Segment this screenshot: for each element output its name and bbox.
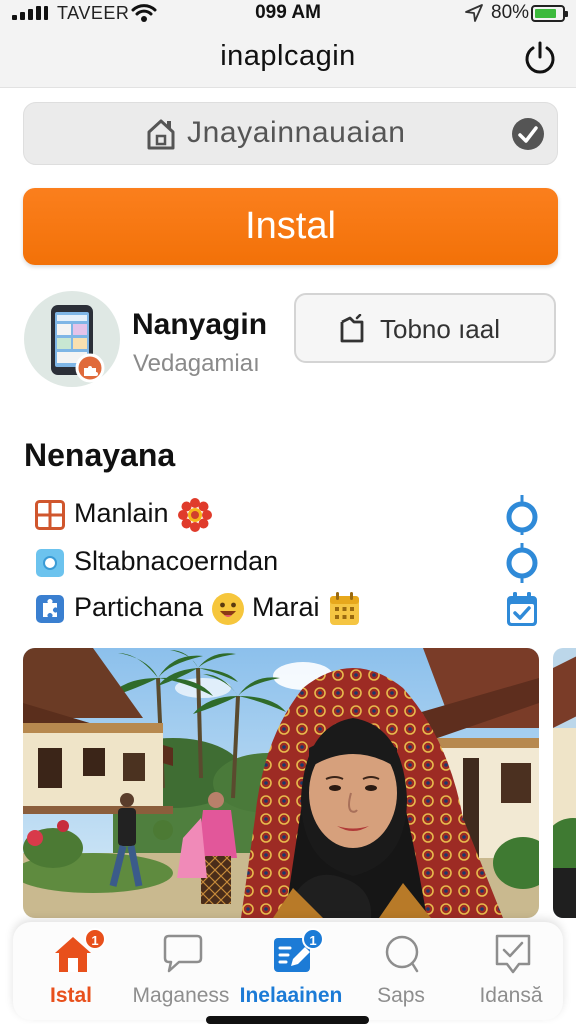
nav-item-inelaainen[interactable]: 1 Inelaainen: [236, 922, 346, 1020]
home-icon: [147, 119, 175, 150]
nav-item-maganess[interactable]: Maganess: [126, 922, 236, 1020]
bookmark-check-icon: [495, 934, 531, 974]
slider-knob-icon[interactable]: [504, 543, 540, 583]
photo-preview: [553, 648, 576, 918]
list-item-partichana[interactable]: Partichana Marai: [0, 586, 576, 632]
list-item-manlain[interactable]: Manlain: [0, 492, 576, 538]
home-indicator: [206, 1016, 369, 1024]
location-arrow-icon: [465, 4, 483, 22]
blue-square-icon: [36, 549, 64, 577]
status-bar: TAVEER 099 AM 80%: [0, 0, 576, 28]
smiley-icon: [212, 593, 244, 625]
battery-fill: [535, 9, 556, 18]
section-title: Nenayana: [24, 437, 176, 473]
page-title: inaplcagin: [220, 40, 356, 72]
nav-item-idansa[interactable]: Idansă: [456, 922, 566, 1020]
list-item-label: Partichana: [74, 592, 204, 622]
phone-illustration: [51, 305, 105, 383]
chat-bubble-icon: [163, 934, 203, 973]
search-field[interactable]: Jnayainnauaian: [23, 102, 558, 165]
app-name: Nanyagin: [132, 308, 268, 341]
photo-woman-village: [23, 648, 539, 918]
search-input-value: Jnayainnauaian: [187, 116, 406, 149]
red-flower-icon: [178, 498, 212, 532]
photo-card-next[interactable]: [553, 648, 576, 918]
battery-icon: [531, 5, 568, 22]
nav-item-istal[interactable]: 1 Istal: [16, 922, 126, 1020]
battery-percent: 80%: [491, 2, 530, 23]
list-item-label: Sltabnacoerndan: [74, 546, 279, 576]
app-subtitle: Vedagamiaı: [133, 350, 260, 377]
puzzle-icon: [36, 595, 64, 623]
list-item-label: Manlain: [74, 498, 169, 528]
slider-knob-icon[interactable]: [504, 495, 540, 535]
search-icon: [385, 935, 419, 973]
list-item-sltabnacoerndan[interactable]: Sltabnacoerndan: [0, 540, 576, 586]
nav-item-saps[interactable]: Saps: [346, 922, 456, 1020]
list-item-label-secondary: Marai: [252, 592, 320, 622]
phone-app-icon[interactable]: [24, 291, 120, 387]
calendar-icon: [330, 592, 359, 625]
nav-badge: 1: [84, 928, 106, 950]
secondary-button[interactable]: Tobno ıaal: [294, 293, 556, 363]
photo-card[interactable]: [23, 648, 539, 918]
nav-badge: 1: [302, 928, 324, 950]
status-time: 099 AM: [255, 2, 321, 23]
tablet-icon: [340, 314, 364, 343]
bottom-nav: 1 Istal Maganess 1 Inelaainen Saps Idans: [13, 922, 563, 1020]
power-icon[interactable]: [521, 39, 559, 77]
title-bar: inaplcagin: [0, 28, 576, 88]
install-button[interactable]: Instal: [23, 188, 558, 265]
grid-icon: [35, 500, 65, 530]
check-circle-icon[interactable]: [511, 117, 545, 151]
calendar-check-icon[interactable]: [504, 589, 540, 629]
secondary-button-label: Tobno ıaal: [380, 314, 500, 344]
nav-label: Idansă: [479, 984, 543, 1007]
install-button-label: Instal: [245, 205, 336, 247]
